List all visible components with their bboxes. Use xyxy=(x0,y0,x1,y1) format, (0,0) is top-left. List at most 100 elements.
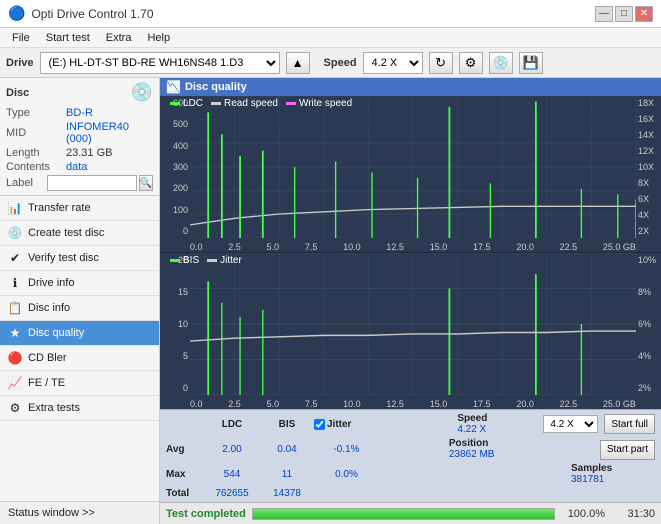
start-part-button[interactable]: Start part xyxy=(600,440,655,460)
write-speed-legend-dot xyxy=(286,102,296,105)
x-label: 10.0 xyxy=(343,242,361,252)
fe-te-icon: 📈 xyxy=(8,376,22,390)
disc-mid-row: MID INFOMER40 (000) xyxy=(6,121,153,145)
sidebar: Disc 💿 Type BD-R MID INFOMER40 (000) Len… xyxy=(0,78,160,524)
drive-info-icon: ℹ xyxy=(8,276,22,290)
read-speed-legend-dot xyxy=(211,102,221,105)
drivebar: Drive (E:) HL-DT-ST BD-RE WH16NS48 1.D3 … xyxy=(0,48,661,78)
stats-total-row: Total 762655 14378 xyxy=(166,487,655,500)
save-button[interactable]: 💾 xyxy=(519,52,543,74)
menu-file[interactable]: File xyxy=(4,31,38,45)
y-label: 500 xyxy=(162,119,188,129)
jitter-label: Jitter xyxy=(327,419,351,430)
top-chart: LDC Read speed Write speed xyxy=(160,96,661,253)
ldc-col-header: LDC xyxy=(204,419,260,430)
sidebar-item-create-test-disc[interactable]: 💿 Create test disc xyxy=(0,221,159,246)
maximize-button[interactable]: □ xyxy=(615,6,633,22)
sidebar-item-label: Create test disc xyxy=(28,227,104,239)
menu-help[interactable]: Help xyxy=(139,31,178,45)
read-speed-legend: Read speed xyxy=(211,98,278,109)
x-label: 15.0 xyxy=(430,242,448,252)
x-label: 5.0 xyxy=(267,399,280,409)
sidebar-item-disc-quality[interactable]: ★ Disc quality xyxy=(0,321,159,346)
stats-avg-row: Avg 2.00 0.04 -0.1% Position 23862 MB St… xyxy=(166,437,655,461)
y-label-r: 2% xyxy=(638,383,659,393)
y-label-r: 16X xyxy=(638,114,659,124)
drive-label: Drive xyxy=(6,57,34,69)
disc-length-value: 23.31 GB xyxy=(66,147,153,159)
bottom-legend: BIS Jitter xyxy=(170,255,242,266)
disc-contents-row: Contents data xyxy=(6,161,153,173)
x-label: 17.5 xyxy=(473,242,491,252)
menu-start-test[interactable]: Start test xyxy=(38,31,98,45)
menu-extra[interactable]: Extra xyxy=(98,31,140,45)
jitter-legend-dot xyxy=(207,259,217,262)
y-label-r: 8% xyxy=(638,287,659,297)
transfer-rate-icon: 📊 xyxy=(8,201,22,215)
bis-legend-label: BIS xyxy=(183,255,199,266)
x-label: 0.0 xyxy=(190,399,203,409)
minimize-button[interactable]: — xyxy=(595,6,613,22)
sidebar-item-label: Drive info xyxy=(28,277,74,289)
sidebar-item-disc-info[interactable]: 📋 Disc info xyxy=(0,296,159,321)
y-label: 0 xyxy=(162,383,188,393)
status-window-button[interactable]: Status window >> xyxy=(0,501,159,524)
sidebar-item-drive-info[interactable]: ℹ Drive info xyxy=(0,271,159,296)
avg-bis: 0.04 xyxy=(262,444,312,455)
read-speed-legend-label: Read speed xyxy=(224,98,278,109)
speed-stat-select[interactable]: 4.2 X xyxy=(543,415,598,433)
disc-quality-icon: ★ xyxy=(8,326,22,340)
max-label: Max xyxy=(166,469,202,480)
start-buttons: Start full xyxy=(604,414,655,434)
progress-bar-outer xyxy=(252,508,555,520)
position-col: Position 23862 MB xyxy=(449,438,529,460)
speed-select[interactable]: 4.2 X xyxy=(363,52,423,74)
progress-label: Test completed xyxy=(166,508,246,520)
disc-mid-value: INFOMER40 (000) xyxy=(66,121,153,145)
disc-button[interactable]: 💿 xyxy=(489,52,513,74)
sidebar-item-transfer-rate[interactable]: 📊 Transfer rate xyxy=(0,196,159,221)
y-label-r: 18X xyxy=(638,98,659,108)
eject-button[interactable]: ▲ xyxy=(286,52,310,74)
y-label: 100 xyxy=(162,205,188,215)
ldc-legend-label: LDC xyxy=(183,98,203,109)
sidebar-item-verify-test-disc[interactable]: ✔ Verify test disc xyxy=(0,246,159,271)
drive-select[interactable]: (E:) HL-DT-ST BD-RE WH16NS48 1.D3 xyxy=(40,52,280,74)
samples-value: 381781 xyxy=(571,474,651,485)
position-label: Position xyxy=(449,438,529,449)
y-axis-right-bot: 10% 8% 6% 4% 2% xyxy=(636,253,661,395)
position-value: 23862 MB xyxy=(449,449,529,460)
y-label: 400 xyxy=(162,141,188,151)
write-speed-legend-label: Write speed xyxy=(299,98,352,109)
status-window-label: Status window >> xyxy=(8,507,95,519)
speed-stat-value: 4.22 X xyxy=(457,424,537,435)
sidebar-item-cd-bler[interactable]: 🔴 CD Bler xyxy=(0,346,159,371)
total-ldc: 762655 xyxy=(204,488,260,499)
close-button[interactable]: ✕ xyxy=(635,6,653,22)
refresh-button[interactable]: ↻ xyxy=(429,52,453,74)
y-label-r: 10% xyxy=(638,255,659,265)
progress-bar-container: Test completed 100.0% 31:30 xyxy=(160,502,661,524)
y-label-r: 8X xyxy=(638,178,659,188)
jitter-checkbox[interactable] xyxy=(314,419,325,430)
sidebar-item-extra-tests[interactable]: ⚙ Extra tests xyxy=(0,396,159,421)
sidebar-item-label: CD Bler xyxy=(28,352,67,364)
start-part-wrapper: Start part xyxy=(600,439,655,460)
disc-section: Disc 💿 Type BD-R MID INFOMER40 (000) Len… xyxy=(0,78,159,196)
titlebar: 🔵 Opti Drive Control 1.70 — □ ✕ xyxy=(0,0,661,28)
settings-button[interactable]: ⚙ xyxy=(459,52,483,74)
y-label-r: 4X xyxy=(638,210,659,220)
disc-length-label: Length xyxy=(6,147,66,159)
sidebar-item-fe-te[interactable]: 📈 FE / TE xyxy=(0,371,159,396)
stats-header-row: LDC BIS Jitter Speed 4.22 X 4.2 X Start … xyxy=(166,412,655,436)
label-browse-button[interactable]: 🔍 xyxy=(139,175,153,191)
disc-type-row: Type BD-R xyxy=(6,107,153,119)
y-label: 200 xyxy=(162,183,188,193)
start-full-button[interactable]: Start full xyxy=(604,414,655,434)
top-chart-svg xyxy=(190,96,636,238)
avg-label: Avg xyxy=(166,444,202,455)
chart-header: 📉 Disc quality xyxy=(160,78,661,96)
ldc-legend-dot xyxy=(170,102,180,105)
disc-label-input[interactable] xyxy=(47,175,137,191)
x-label: 10.0 xyxy=(343,399,361,409)
